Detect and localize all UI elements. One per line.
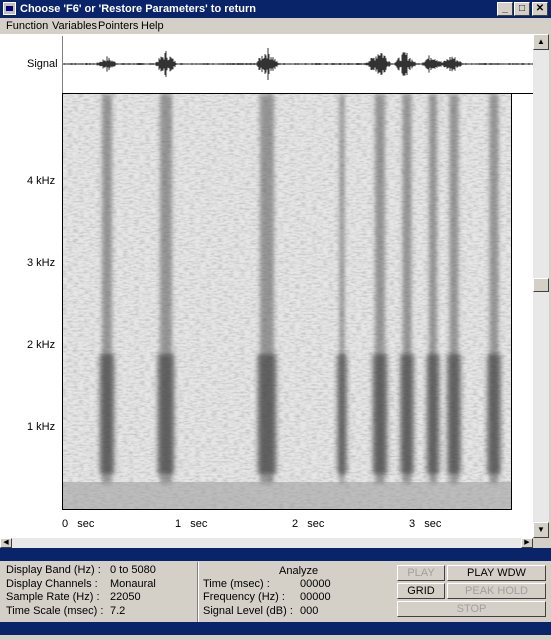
analyze-time-label: Time (msec) :	[203, 578, 270, 590]
panel-divider	[197, 562, 199, 622]
title-bar: Choose 'F6' or 'Restore Parameters' to r…	[0, 0, 551, 18]
menu-pointers[interactable]: Pointers	[98, 20, 138, 32]
analyze-freq-label: Frequency (Hz) :	[203, 591, 285, 603]
scroll-down-button[interactable]: ▼	[533, 522, 549, 538]
time-scale-label: Time Scale (msec) :	[6, 605, 104, 617]
play-window-button[interactable]: PLAY WDW	[447, 565, 546, 581]
analyze-level-value: 000	[300, 605, 319, 617]
app-icon[interactable]	[3, 2, 16, 15]
scroll-up-button[interactable]: ▲	[533, 34, 549, 50]
sample-rate-value: 22050	[110, 591, 141, 603]
freq-label-2khz: 2 kHz	[27, 339, 56, 351]
display-channels-value: Monaural	[110, 578, 156, 590]
maximize-button[interactable]: □	[514, 2, 530, 16]
analyze-freq-value: 00000	[300, 591, 331, 603]
time-label-0: 0 sec	[62, 518, 95, 530]
time-label-1: 1 sec	[175, 518, 208, 530]
status-bar-top	[0, 548, 551, 561]
grid-button[interactable]: GRID	[397, 583, 445, 599]
freq-label-4khz: 4 kHz	[27, 175, 56, 187]
analyze-title: Analyze	[279, 565, 319, 577]
time-label-3: 3 sec	[409, 518, 442, 530]
freq-label-1khz: 1 kHz	[27, 421, 56, 433]
status-bar-bottom	[0, 622, 551, 635]
freq-label-3khz: 3 kHz	[27, 257, 56, 269]
minimize-button[interactable]: _	[497, 2, 513, 16]
horizontal-scrollbar[interactable]: ◀ ▶	[0, 538, 533, 548]
display-band-value: 0 to 5080	[110, 564, 156, 576]
menu-variables[interactable]: Variables	[52, 20, 97, 32]
signal-label: Signal	[27, 58, 58, 70]
display-band-label: Display Band (Hz) :	[6, 564, 101, 576]
analyze-level-label: Signal Level (dB) :	[203, 605, 293, 617]
scroll-right-button[interactable]: ▶	[521, 538, 533, 548]
play-button[interactable]: PLAY	[397, 565, 445, 581]
time-label-2: 2 sec	[292, 518, 325, 530]
menu-bar: Function Variables Pointers Help	[0, 18, 551, 34]
scroll-left-button[interactable]: ◀	[0, 538, 12, 548]
close-button[interactable]: ✕	[532, 2, 548, 16]
display-channels-label: Display Channels :	[6, 578, 98, 590]
vertical-scrollbar[interactable]: ▲ ▼	[533, 34, 549, 538]
stop-button[interactable]: STOP	[397, 601, 546, 617]
analyze-time-value: 00000	[300, 578, 331, 590]
signal-waveform	[62, 36, 534, 94]
window-title: Choose 'F6' or 'Restore Parameters' to r…	[20, 3, 257, 15]
menu-function[interactable]: Function	[6, 20, 48, 32]
scroll-thumb-vertical[interactable]	[533, 278, 549, 292]
spectrogram	[62, 94, 512, 510]
sample-rate-label: Sample Rate (Hz) :	[6, 591, 100, 603]
peak-hold-button[interactable]: PEAK HOLD	[447, 583, 546, 599]
time-scale-value: 7.2	[110, 605, 126, 617]
menu-help[interactable]: Help	[141, 20, 164, 32]
